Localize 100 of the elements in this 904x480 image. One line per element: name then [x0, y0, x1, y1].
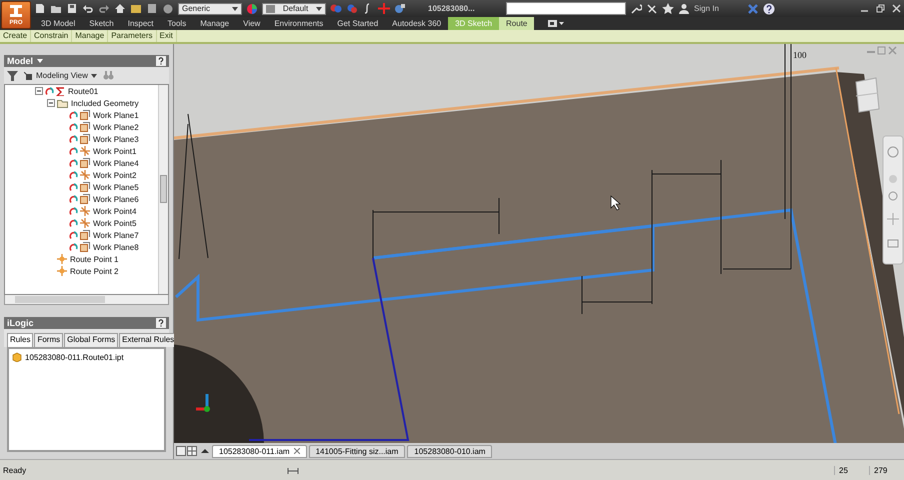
mouse-cursor-icon	[610, 195, 621, 210]
color-wheel-icon[interactable]	[246, 2, 258, 14]
ribbon-tab[interactable]: Route	[499, 17, 534, 30]
material-dropdown[interactable]: Generic	[178, 2, 242, 14]
tree-item[interactable]: Route Point 2	[70, 266, 118, 276]
star-icon[interactable]	[662, 3, 674, 14]
work-plane-icon	[80, 158, 90, 168]
tree-item[interactable]: Work Plane2	[93, 122, 139, 132]
ribbon-tab[interactable]: View	[236, 17, 268, 30]
work-plane-icon	[80, 194, 90, 204]
tree-item[interactable]: Work Point4	[93, 206, 136, 216]
refresh-icon	[69, 134, 78, 144]
ilogic-tab[interactable]: Global Forms	[64, 333, 118, 347]
tree-item[interactable]: Route01	[68, 86, 98, 96]
search-field[interactable]	[506, 2, 626, 15]
refresh-icon	[45, 86, 54, 96]
refresh-icon	[69, 182, 78, 192]
camera-dropdown-icon[interactable]	[548, 20, 564, 27]
help-icon[interactable]	[156, 318, 166, 328]
folder-icon[interactable]	[50, 3, 62, 14]
refresh-icon	[69, 146, 78, 156]
color-balls-icon[interactable]	[330, 3, 342, 14]
folder-icon	[57, 98, 68, 108]
ribbon-tab[interactable]: Environments	[267, 17, 330, 30]
home-icon[interactable]	[114, 3, 126, 14]
sign-in-link[interactable]: Sign In	[694, 4, 719, 13]
filter-icon[interactable]	[7, 70, 18, 80]
ribbon-panel-label[interactable]: Exit	[156, 30, 177, 42]
tree-item[interactable]: Work Plane8	[93, 242, 139, 252]
tree-item[interactable]: Work Plane5	[93, 182, 139, 192]
ribbon-tab[interactable]: Tools	[160, 17, 194, 30]
vertical-scrollbar[interactable]	[158, 85, 168, 294]
textured-plate-drawing[interactable]	[174, 66, 904, 443]
route-point-icon	[57, 254, 67, 264]
help-icon[interactable]	[762, 2, 775, 14]
tree-item[interactable]: Route Point 1	[70, 254, 118, 264]
window-layout-icon[interactable]	[176, 446, 198, 456]
cross-icon[interactable]	[378, 3, 390, 14]
view-cube-drawing[interactable]	[855, 77, 880, 113]
status-field: 279	[869, 466, 904, 474]
close-icon[interactable]	[892, 4, 901, 13]
ribbon-tab[interactable]: Manage	[193, 17, 236, 30]
route-point-icon	[57, 266, 67, 276]
sphere-icon[interactable]	[162, 3, 174, 14]
work-plane-icon	[80, 242, 90, 252]
ribbon-panel-label[interactable]: Create	[0, 30, 32, 42]
caret-icon	[316, 6, 322, 10]
refresh-icon	[69, 110, 78, 120]
ribbon-tab[interactable]: Inspect	[120, 17, 161, 30]
ribbon-tab[interactable]: Get Started	[330, 17, 386, 30]
ilogic-tab[interactable]: Forms	[34, 333, 64, 347]
tree-item[interactable]: Work Point2	[93, 170, 136, 180]
ilogic-tab[interactable]: Rules	[7, 333, 34, 347]
redo-icon[interactable]	[98, 3, 110, 14]
status-field: 25	[834, 466, 869, 474]
ribbon-tab[interactable]: Autodesk 360	[385, 17, 448, 30]
work-plane-icon	[80, 110, 90, 120]
ribbon-panel-label[interactable]: Constrain	[31, 30, 72, 42]
refresh-icon	[69, 122, 78, 132]
tree-item[interactable]: Work Plane1	[93, 110, 139, 120]
panel-title[interactable]: Model	[7, 56, 33, 66]
tree-item[interactable]: Work Plane6	[93, 194, 139, 204]
ribbon-panel-label[interactable]: Parameters	[108, 30, 157, 42]
work-plane-icon	[80, 230, 90, 240]
appearance-dropdown[interactable]: Default	[262, 2, 326, 14]
user-icon[interactable]	[678, 3, 690, 14]
tree-item[interactable]: Work Plane3	[93, 134, 139, 144]
restore-icon[interactable]	[876, 4, 885, 13]
caret-icon[interactable]	[37, 59, 43, 63]
help-icon[interactable]	[156, 56, 166, 66]
save-icon[interactable]	[66, 3, 78, 14]
up-arrow-icon[interactable]	[200, 446, 210, 456]
document-tab[interactable]: 105283080-010.iam	[407, 444, 492, 458]
shapes-icon[interactable]	[394, 3, 406, 14]
ribbon-tab[interactable]: Sketch	[82, 17, 121, 30]
tree-item[interactable]: Work Plane4	[93, 158, 139, 168]
color-balls-icon[interactable]	[346, 3, 358, 14]
ribbon-panel-label[interactable]: Manage	[72, 30, 108, 42]
close-icon[interactable]	[294, 448, 300, 454]
collapse-icon[interactable]	[35, 87, 43, 95]
logo-icon	[9, 4, 23, 18]
document-tab[interactable]: 105283080-011.iam	[212, 444, 307, 458]
ribbon-tab[interactable]: 3D Model	[34, 17, 82, 30]
tree-item[interactable]: Work Plane7	[93, 230, 139, 240]
dimension-display-icon[interactable]	[287, 465, 301, 475]
tree-item[interactable]: Included Geometry	[71, 98, 139, 108]
panel-title: iLogic	[7, 318, 34, 328]
document-tab[interactable]: 141005-Fitting siz...iam	[308, 444, 406, 458]
work-plane-icon	[80, 134, 90, 144]
refresh-icon	[69, 194, 78, 204]
document-title: 105283080...	[428, 4, 476, 13]
tree-item[interactable]: Work Point5	[93, 218, 136, 228]
tree-item[interactable]: Work Point1	[93, 146, 136, 156]
collapse-icon[interactable]	[47, 99, 55, 107]
undo-icon[interactable]	[82, 3, 94, 14]
part-icon	[12, 352, 22, 362]
new-file-icon[interactable]	[34, 3, 46, 14]
rule-item[interactable]: 105283080-011.Route01.ipt	[25, 352, 124, 362]
horizontal-scrollbar[interactable]	[4, 295, 169, 305]
work-point-icon	[80, 170, 90, 180]
